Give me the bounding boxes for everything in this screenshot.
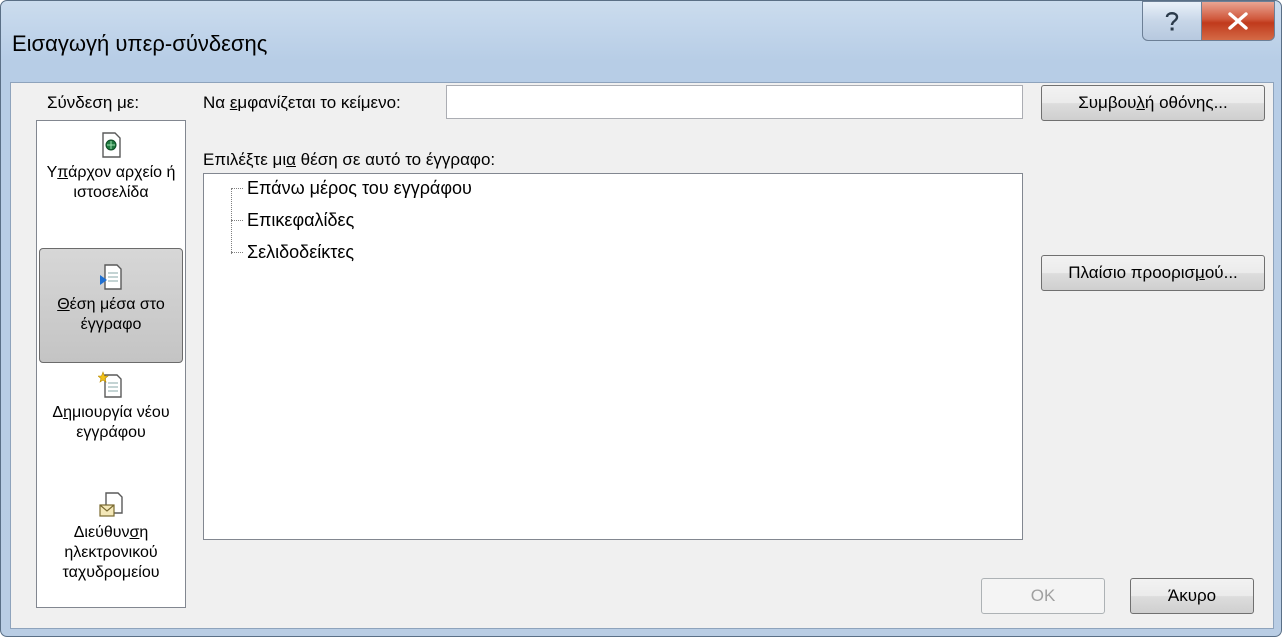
link-email-address[interactable]: Διεύθυνση ηλεκτρονικού ταχυδρομείου: [37, 491, 185, 583]
tree-item-bookmarks[interactable]: Σελιδοδείκτες: [231, 238, 354, 266]
text-to-display-label: Να εμφανίζεται το κείμενο:: [203, 93, 401, 112]
help-icon: [1165, 12, 1179, 31]
link-place-in-document-label: Θέση μέσα στο έγγραφο: [57, 296, 165, 333]
new-document-icon: [98, 371, 122, 398]
text-to-display-input[interactable]: [446, 85, 1023, 119]
link-email-address-label: Διεύθυνση ηλεκτρονικού ταχυδρομείου: [62, 524, 160, 581]
place-in-document-label: Επιλέξτε μια θέση σε αυτό το έγγραφο:: [203, 150, 496, 169]
close-icon: [1228, 12, 1248, 30]
ok-button[interactable]: OK: [981, 578, 1105, 614]
title-bar[interactable]: Εισαγωγή υπερ-σύνδεσης: [1, 1, 1281, 83]
link-to-bar: Υπάρχον αρχείο ή ιστοσελίδα Θέση μέσα στ…: [36, 120, 186, 608]
link-existing-file-label: Υπάρχον αρχείο ή ιστοσελίδα: [46, 164, 176, 201]
hyperlink-dialog: Εισαγωγή υπερ-σύνδεσης Σύνδεση με: Υπάρχ…: [0, 0, 1282, 637]
target-frame-button[interactable]: Πλαίσιο προορισ μ ού...: [1041, 255, 1265, 291]
place-in-document-icon: [100, 264, 122, 290]
dialog-title: Εισαγωγή υπερ-σύνδεσης: [12, 31, 268, 56]
link-new-document-label: Δημιουργία νέου εγγράφου: [52, 404, 170, 441]
link-existing-file[interactable]: Υπάρχον αρχείο ή ιστοσελίδα: [37, 131, 185, 203]
close-button[interactable]: [1201, 1, 1275, 41]
existing-file-icon: [102, 132, 121, 158]
link-new-document[interactable]: Δημιουργία νέου εγγράφου: [37, 371, 185, 443]
link-to-label: Σύνδεση με:: [47, 93, 140, 112]
screentip-button[interactable]: Συμβου λ ή οθόνης...: [1041, 85, 1265, 121]
tree-item-top-of-document[interactable]: Επάνω μέρος του εγγράφου: [231, 174, 472, 202]
cancel-button[interactable]: Άκυρο: [1130, 578, 1254, 614]
help-button[interactable]: [1142, 1, 1202, 41]
email-address-icon: [99, 492, 123, 517]
link-place-in-document[interactable]: Θέση μέσα στο έγγραφο: [39, 248, 183, 363]
dialog-content: Σύνδεση με: Υπάρχον αρχείο ή ιστοσελίδα …: [10, 82, 1274, 629]
place-tree[interactable]: Επάνω μέρος του εγγράφου Επικεφαλίδες Σε…: [203, 173, 1023, 540]
tree-item-headings[interactable]: Επικεφαλίδες: [231, 206, 354, 234]
